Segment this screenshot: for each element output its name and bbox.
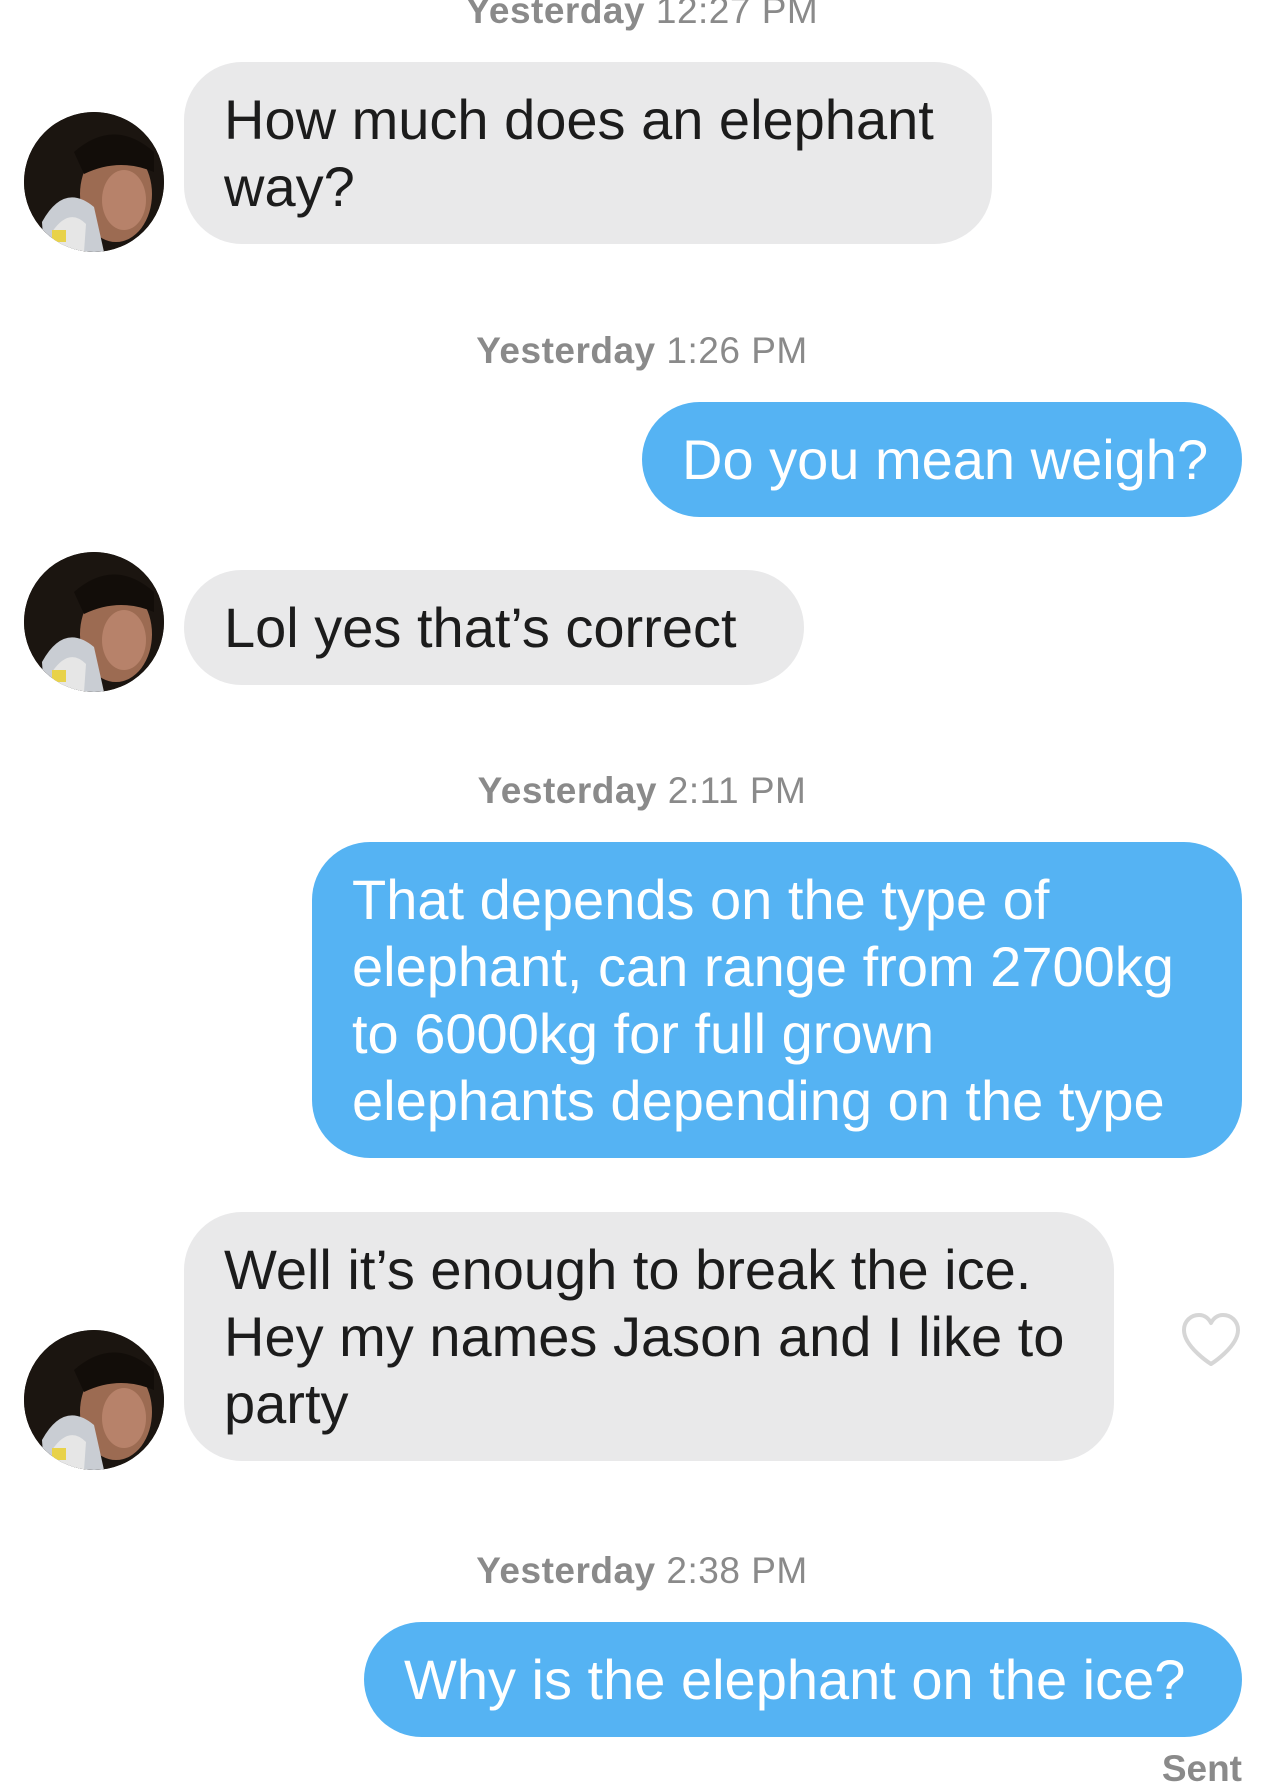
message-outgoing[interactable]: Do you mean weigh? bbox=[642, 402, 1242, 517]
timestamp-time: 12:27 PM bbox=[655, 0, 819, 31]
timestamp-day: Yesterday bbox=[476, 1550, 656, 1591]
delivery-status: Sent bbox=[1161, 1748, 1242, 1789]
message-line: way? bbox=[224, 155, 355, 218]
message-line: Do you mean weigh? bbox=[682, 428, 1209, 491]
avatar-photo bbox=[24, 552, 164, 692]
message-line: party bbox=[224, 1372, 349, 1435]
message-line: That depends on the type of bbox=[352, 868, 1050, 931]
timestamp-4: Yesterday 2:38 PM bbox=[0, 1550, 1284, 1592]
contact-avatar[interactable] bbox=[24, 552, 164, 692]
message-line: to 6000kg for full grown bbox=[352, 1002, 935, 1065]
message-line: Why is the elephant on the ice? bbox=[404, 1648, 1186, 1711]
timestamp-time: 2:11 PM bbox=[667, 770, 807, 811]
timestamp-3: Yesterday 2:11 PM bbox=[0, 770, 1284, 812]
message-incoming[interactable]: Well it’s enough to break the ice. Hey m… bbox=[184, 1212, 1114, 1461]
timestamp-day: Yesterday bbox=[477, 770, 658, 811]
timestamp-2: Yesterday 1:26 PM bbox=[0, 330, 1284, 372]
message-line: elephants depending on the type bbox=[352, 1069, 1165, 1132]
contact-avatar[interactable] bbox=[24, 1330, 164, 1470]
message-incoming[interactable]: How much does an elephant way? bbox=[184, 62, 992, 244]
timestamp-time: 1:26 PM bbox=[666, 330, 808, 371]
timestamp-time: 2:38 PM bbox=[666, 1550, 808, 1591]
avatar-photo bbox=[24, 112, 164, 252]
message-line: elephant, can range from 2700kg bbox=[352, 935, 1174, 998]
message-outgoing[interactable]: Why is the elephant on the ice? bbox=[364, 1622, 1242, 1737]
message-incoming[interactable]: Lol yes that’s correct bbox=[184, 570, 804, 685]
message-line: Lol yes that’s correct bbox=[224, 596, 737, 659]
timestamp-1: Yesterday 12:27 PM bbox=[0, 0, 1284, 32]
timestamp-day: Yesterday bbox=[476, 330, 656, 371]
timestamp-day: Yesterday bbox=[465, 0, 646, 31]
message-outgoing[interactable]: That depends on the type of elephant, ca… bbox=[312, 842, 1242, 1158]
heart-outline-icon[interactable] bbox=[1180, 1312, 1242, 1368]
contact-avatar[interactable] bbox=[24, 112, 164, 252]
message-line: How much does an elephant bbox=[224, 88, 934, 151]
message-line: Hey my names Jason and I like to bbox=[224, 1305, 1065, 1368]
message-line: Well it’s enough to break the ice. bbox=[224, 1238, 1032, 1301]
avatar-photo bbox=[24, 1330, 164, 1470]
